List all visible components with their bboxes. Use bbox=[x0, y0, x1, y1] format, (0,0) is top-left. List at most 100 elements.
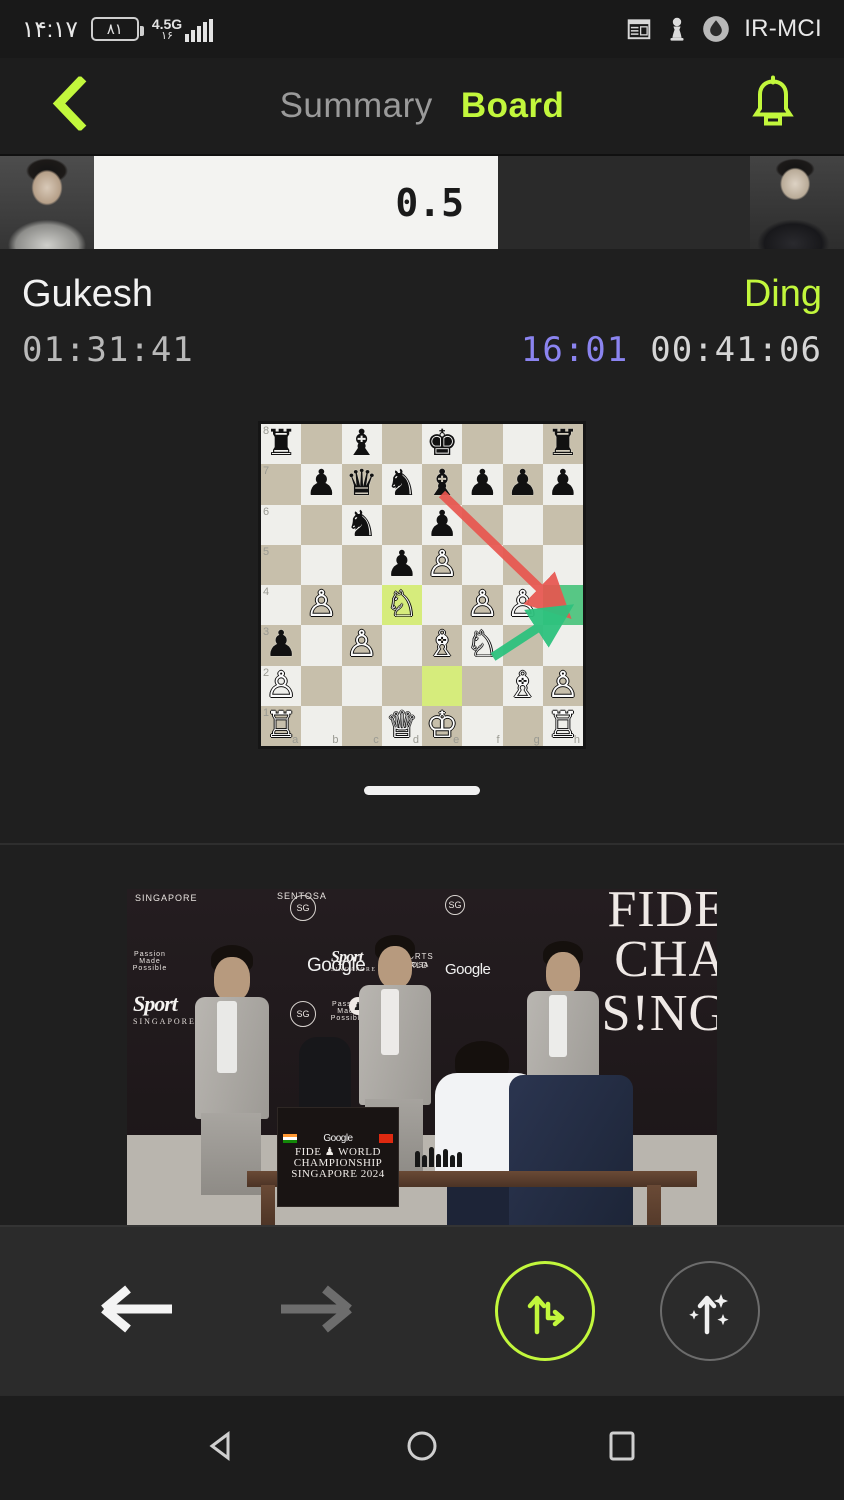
board-square-e6[interactable]: ♟ bbox=[422, 504, 463, 545]
piece-e5[interactable]: ♙ bbox=[422, 545, 462, 585]
board-square-b6[interactable] bbox=[301, 504, 342, 545]
piece-f3[interactable]: ♘ bbox=[462, 625, 502, 665]
tab-board[interactable]: Board bbox=[461, 86, 565, 126]
piece-f7[interactable]: ♟ bbox=[462, 464, 502, 504]
piece-c3[interactable]: ♙ bbox=[342, 625, 382, 665]
board-square-f6[interactable] bbox=[462, 504, 503, 545]
board-square-d6[interactable] bbox=[381, 504, 422, 545]
board-square-d1[interactable]: d ♕ bbox=[381, 705, 422, 746]
back-button[interactable] bbox=[48, 75, 90, 136]
piece-e6[interactable]: ♟ bbox=[422, 505, 462, 545]
board-square-f3[interactable]: ♘ bbox=[462, 625, 503, 666]
board-square-b8[interactable] bbox=[301, 424, 342, 465]
board-square-c4[interactable] bbox=[341, 585, 382, 626]
previous-move-button[interactable] bbox=[98, 1283, 178, 1340]
android-recents-button[interactable] bbox=[602, 1426, 642, 1471]
board-square-g7[interactable]: ♟ bbox=[502, 464, 543, 505]
board-square-b3[interactable] bbox=[301, 625, 342, 666]
piece-d1[interactable]: ♕ bbox=[382, 706, 422, 746]
board-square-f8[interactable] bbox=[462, 424, 503, 465]
piece-e8[interactable]: ♚ bbox=[422, 424, 462, 464]
piece-h7[interactable]: ♟ bbox=[543, 464, 583, 504]
tab-summary[interactable]: Summary bbox=[280, 86, 433, 126]
board-square-c1[interactable]: c bbox=[341, 705, 382, 746]
board-square-g8[interactable] bbox=[502, 424, 543, 465]
board-square-f5[interactable] bbox=[462, 544, 503, 585]
board-square-b5[interactable] bbox=[301, 544, 342, 585]
board-square-c8[interactable]: ♝ bbox=[341, 424, 382, 465]
board-square-e1[interactable]: e ♔ bbox=[422, 705, 463, 746]
piece-a8[interactable]: ♜ bbox=[261, 424, 301, 464]
branch-move-button[interactable] bbox=[495, 1261, 595, 1361]
android-back-button[interactable] bbox=[202, 1426, 242, 1471]
board-square-a7[interactable]: 7 bbox=[261, 464, 302, 505]
board-square-e5[interactable]: ♙ bbox=[422, 544, 463, 585]
piece-e7[interactable]: ♝ bbox=[422, 464, 462, 504]
board-square-b4[interactable]: ♙ bbox=[301, 585, 342, 626]
engine-suggest-button[interactable] bbox=[660, 1261, 760, 1361]
board-square-f4[interactable]: ♙ bbox=[462, 585, 503, 626]
board-square-h6[interactable] bbox=[542, 504, 583, 545]
board-square-a1[interactable]: 1 a ♖ bbox=[261, 705, 302, 746]
android-home-button[interactable] bbox=[402, 1426, 442, 1471]
notifications-button[interactable] bbox=[747, 75, 799, 137]
piece-h1[interactable]: ♖ bbox=[543, 706, 583, 746]
event-photo[interactable]: FIDE CHA S!NG Google Google SINGAPORE SE… bbox=[127, 889, 717, 1227]
piece-a3[interactable]: ♟ bbox=[261, 625, 301, 665]
board-square-f1[interactable]: f bbox=[462, 705, 503, 746]
board-square-h2[interactable]: ♙ bbox=[542, 665, 583, 706]
board-square-a5[interactable]: 5 bbox=[261, 544, 302, 585]
board-square-d5[interactable]: ♟ bbox=[381, 544, 422, 585]
chess-board[interactable]: 8 ♜ ♝ ♚ ♜ 7 ♟ ♛ ♞ ♝ ♟ ♟ ♟ 6 ♞ ♟ 5 ♟ ♙ 4 ♙ ♘ ♙ ♙ 3 ♟ ♙ ♗ ♘ 2 ♙ ♗ ♙ 1 a ♖ b c d ♕… bbox=[258, 421, 586, 749]
board-square-g6[interactable] bbox=[502, 504, 543, 545]
board-square-c5[interactable] bbox=[341, 544, 382, 585]
board-square-e8[interactable]: ♚ bbox=[422, 424, 463, 465]
board-square-a4[interactable]: 4 bbox=[261, 585, 302, 626]
board-square-c2[interactable] bbox=[341, 665, 382, 706]
board-square-a2[interactable]: 2 ♙ bbox=[261, 665, 302, 706]
board-square-h7[interactable]: ♟ bbox=[542, 464, 583, 505]
board-square-h1[interactable]: h ♖ bbox=[542, 705, 583, 746]
board-square-f2[interactable] bbox=[462, 665, 503, 706]
piece-f4[interactable]: ♙ bbox=[462, 585, 502, 625]
piece-c6[interactable]: ♞ bbox=[342, 505, 382, 545]
piece-c7[interactable]: ♛ bbox=[342, 464, 382, 504]
piece-d7[interactable]: ♞ bbox=[382, 464, 422, 504]
piece-g7[interactable]: ♟ bbox=[503, 464, 543, 504]
board-square-d2[interactable] bbox=[381, 665, 422, 706]
board-square-h8[interactable]: ♜ bbox=[542, 424, 583, 465]
board-square-d4[interactable]: ♘ bbox=[381, 585, 422, 626]
board-square-b2[interactable] bbox=[301, 665, 342, 706]
piece-h8[interactable]: ♜ bbox=[543, 424, 583, 464]
board-square-g3[interactable] bbox=[502, 625, 543, 666]
board-square-g4[interactable]: ♙ bbox=[502, 585, 543, 626]
board-square-c6[interactable]: ♞ bbox=[341, 504, 382, 545]
board-square-d8[interactable] bbox=[381, 424, 422, 465]
board-square-b1[interactable]: b bbox=[301, 705, 342, 746]
board-square-e4[interactable] bbox=[422, 585, 463, 626]
board-square-d7[interactable]: ♞ bbox=[381, 464, 422, 505]
board-square-b7[interactable]: ♟ bbox=[301, 464, 342, 505]
board-square-c3[interactable]: ♙ bbox=[341, 625, 382, 666]
piece-b7[interactable]: ♟ bbox=[301, 464, 341, 504]
player-name-black[interactable]: Ding bbox=[744, 273, 822, 316]
piece-b4[interactable]: ♙ bbox=[301, 585, 341, 625]
board-square-a6[interactable]: 6 bbox=[261, 504, 302, 545]
board-square-d3[interactable] bbox=[381, 625, 422, 666]
piece-e3[interactable]: ♗ bbox=[422, 625, 462, 665]
board-square-e2[interactable] bbox=[422, 665, 463, 706]
piece-d5[interactable]: ♟ bbox=[382, 545, 422, 585]
board-square-a8[interactable]: 8 ♜ bbox=[261, 424, 302, 465]
board-square-e3[interactable]: ♗ bbox=[422, 625, 463, 666]
board-square-f7[interactable]: ♟ bbox=[462, 464, 503, 505]
board-square-h5[interactable] bbox=[542, 544, 583, 585]
next-move-button[interactable] bbox=[275, 1283, 355, 1340]
board-square-g1[interactable]: g bbox=[502, 705, 543, 746]
board-square-e7[interactable]: ♝ bbox=[422, 464, 463, 505]
board-square-g5[interactable] bbox=[502, 544, 543, 585]
board-square-c7[interactable]: ♛ bbox=[341, 464, 382, 505]
board-square-g2[interactable]: ♗ bbox=[502, 665, 543, 706]
sheet-drag-handle[interactable] bbox=[364, 786, 480, 795]
piece-d4[interactable]: ♘ bbox=[382, 585, 422, 625]
piece-a2[interactable]: ♙ bbox=[261, 666, 301, 706]
